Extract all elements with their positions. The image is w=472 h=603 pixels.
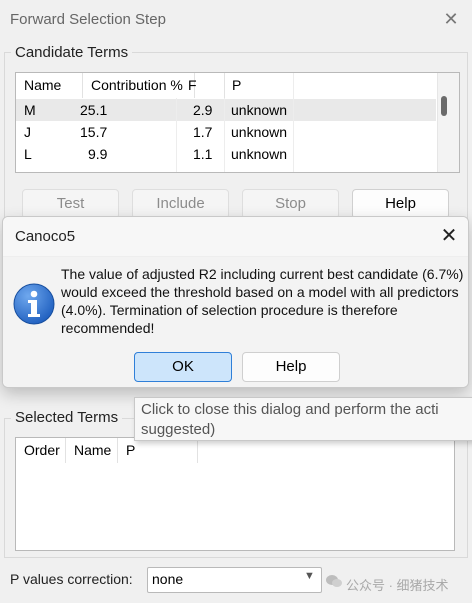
dialog-title: Canoco5 xyxy=(15,228,76,245)
selected-terms-legend: Selected Terms xyxy=(11,409,123,426)
window-title: Forward Selection Step xyxy=(10,11,166,28)
alert-dialog: Canoco5 ✕ The value of adjusted R2 inclu… xyxy=(2,216,469,388)
wechat-icon xyxy=(326,574,342,588)
candidate-terms-list[interactable]: Name Contribution % F P M 25.1 2.9 unkno… xyxy=(15,72,460,173)
window-close-button[interactable]: ✕ xyxy=(440,8,462,30)
scrollbar-thumb[interactable] xyxy=(441,96,447,116)
dialog-help-button[interactable]: Help xyxy=(242,352,340,382)
help-button[interactable]: Help xyxy=(352,189,449,219)
row-p: unknown xyxy=(231,146,288,162)
close-icon: ✕ xyxy=(440,225,458,247)
column-divider xyxy=(176,98,177,172)
selected-terms-list[interactable]: Order Name P xyxy=(15,437,455,551)
tooltip: Click to close this dialog and perform t… xyxy=(134,397,472,441)
dialog-close-button[interactable]: ✕ xyxy=(437,224,461,248)
row-f: 1.1 xyxy=(193,146,213,162)
row-contribution: 25.1 xyxy=(80,102,108,118)
row-p: unknown xyxy=(231,102,288,118)
chevron-down-icon[interactable]: ▼ xyxy=(304,570,315,582)
table-row[interactable] xyxy=(16,99,436,121)
info-icon xyxy=(13,283,55,325)
p-values-correction-value: none xyxy=(152,571,184,587)
column-header-name[interactable]: Name xyxy=(66,438,118,463)
row-f: 1.7 xyxy=(193,124,213,140)
ok-button[interactable]: OK xyxy=(134,352,232,382)
column-header-order[interactable]: Order xyxy=(16,438,66,463)
column-divider xyxy=(293,73,294,172)
row-p: unknown xyxy=(231,124,288,140)
row-name: M xyxy=(24,102,36,118)
column-divider xyxy=(224,98,225,172)
row-name: J xyxy=(24,124,31,140)
row-f: 2.9 xyxy=(193,102,213,118)
column-header-p[interactable]: P xyxy=(224,73,294,98)
row-contribution: 15.7 xyxy=(80,124,108,140)
dialog-message: The value of adjusted R2 including curre… xyxy=(61,266,464,336)
column-header-f[interactable]: F xyxy=(178,73,225,98)
row-name: L xyxy=(24,146,32,162)
candidate-terms-legend: Candidate Terms xyxy=(11,44,133,61)
include-button[interactable]: Include xyxy=(132,189,229,219)
test-button[interactable]: Test xyxy=(22,189,119,219)
stop-button[interactable]: Stop xyxy=(242,189,339,219)
column-header-p[interactable]: P xyxy=(118,438,198,463)
column-header-name[interactable]: Name xyxy=(16,73,83,98)
watermark-text: 公众号 · 细猪技术 xyxy=(346,578,449,593)
row-contribution: 9.9 xyxy=(88,146,108,162)
p-values-correction-label: P values correction: xyxy=(10,571,133,587)
close-icon: ✕ xyxy=(443,9,459,29)
vertical-scrollbar[interactable] xyxy=(437,73,459,172)
